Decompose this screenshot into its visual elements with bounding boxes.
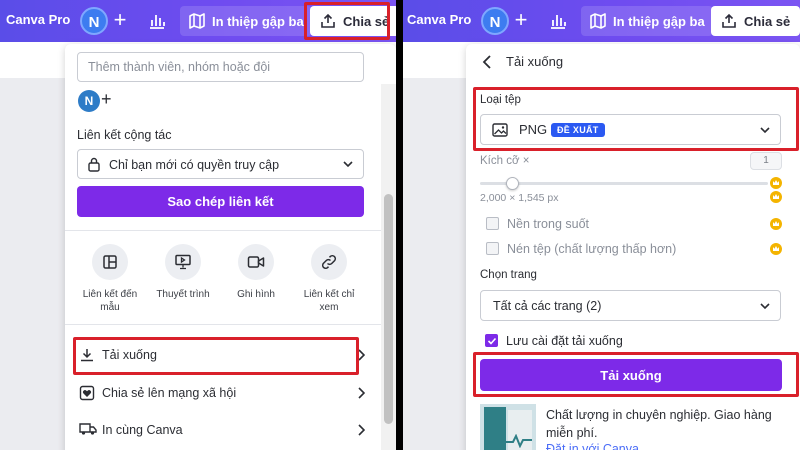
back-arrow-icon[interactable] [482,55,492,69]
member-avatar[interactable]: N [78,90,100,112]
share-option-view-link[interactable]: Liên kết chỉ xem [294,244,364,314]
right-screenshot: Canva Pro N + In thiệp gập ba Chia sẻ Tả… [403,0,800,450]
file-type-select[interactable]: PNG ĐỀ XUẤT [480,114,781,145]
heart-icon [79,385,95,401]
size-input[interactable]: 1 [750,152,782,170]
editor-topbar: Canva Pro N + In thiệp gập ba Chia sẻ [0,0,396,42]
chevron-right-icon [358,349,365,361]
save-settings-checkbox[interactable] [485,334,498,347]
template-icon [92,244,128,280]
share-option-present[interactable]: Thuyết trình [148,244,218,301]
analytics-icon[interactable] [147,11,167,36]
download-button[interactable]: Tải xuống [480,359,782,391]
brand-label: Canva Pro [407,12,472,27]
access-select[interactable]: Chỉ bạn mới có quyền truy cập [77,149,364,179]
panel-title: Tải xuống [506,54,564,69]
map-icon [590,13,606,29]
map-icon [189,13,205,29]
menu-item-download[interactable]: Tải xuống [65,337,381,373]
image-icon [492,123,508,137]
share-option-label: Thuyết trình [156,289,210,300]
recommended-badge: ĐỀ XUẤT [551,123,605,137]
size-slider[interactable] [480,177,768,190]
scrollbar[interactable] [381,84,396,450]
crown-icon [770,177,782,189]
compress-checkbox[interactable] [486,242,499,255]
share-option-label: Liên kết đến mẫu [82,289,138,313]
share-option-label: Liên kết chỉ xem [303,289,355,313]
download-icon [81,349,93,362]
copy-link-button[interactable]: Sao chép liên kết [77,186,364,217]
file-type-label: Loại tệp [480,94,521,106]
menu-item-print[interactable]: In cùng Canva [65,412,381,448]
share-option-template-link[interactable]: Liên kết đến mẫu [75,244,145,314]
chevron-down-icon [760,303,770,310]
chevron-down-icon [343,161,353,168]
print-promo-thumbnail [480,404,536,450]
menu-item-label: Chia sẻ lên mạng xã hội [102,386,237,400]
link-section-label: Liên kết cộng tác [77,128,172,142]
add-member-icon[interactable]: + [509,9,533,33]
brand-label: Canva Pro [6,12,71,27]
editor-topbar: Canva Pro N + In thiệp gập ba Chia sẻ [403,0,800,42]
share-label: Chia sẻ [343,13,390,29]
user-avatar[interactable]: N [481,7,509,35]
add-member-icon[interactable]: + [108,9,132,33]
chevron-right-icon [358,424,365,436]
save-settings-label: Lưu cài đặt tải xuống [506,334,623,348]
link-icon [311,244,347,280]
left-screenshot: Canva Pro N + In thiệp gập ba Chia sẻ Th… [0,0,396,450]
crown-icon [770,243,782,255]
menu-item-label: In cùng Canva [102,423,183,437]
promo-text: Chất lượng in chuyên nghiệp. Giao hàng m… [546,408,772,440]
share-option-record[interactable]: Ghi hình [221,244,291,301]
user-avatar[interactable]: N [80,7,108,35]
transparent-bg-checkbox[interactable] [486,217,499,230]
record-icon [238,244,274,280]
share-button[interactable]: Chia sẻ [310,6,396,36]
comparison-stage: Canva Pro N + In thiệp gập ba Chia sẻ Th… [0,0,800,450]
promo-link[interactable]: Đặt in với Canva [546,442,639,450]
share-label: Chia sẻ [744,13,791,29]
truck-icon [79,423,97,435]
chevron-right-icon [358,387,365,399]
pages-select[interactable]: Tất cả các trang (2) [480,290,781,321]
scrollbar-thumb[interactable] [384,194,393,424]
download-panel: Tải xuống Loại tệp PNG ĐỀ XUẤT Kích cỡ ×… [466,44,800,450]
access-value: Chỉ bạn mới có quyền truy cập [109,158,280,172]
project-title: In thiệp gập ba [613,13,705,29]
crown-icon [770,191,782,203]
present-icon [165,244,201,280]
divider [65,230,381,231]
crown-icon [770,218,782,230]
share-option-label: Ghi hình [237,289,275,300]
size-label: Kích cỡ × [480,155,530,167]
invite-placeholder: Thêm thành viên, nhóm hoặc đội [88,60,271,74]
share-button[interactable]: Chia sẻ [711,6,800,36]
menu-item-label: Tải xuống [102,348,157,362]
divider [65,324,381,325]
project-title: In thiệp gập ba [212,13,304,29]
upload-icon [722,13,736,28]
analytics-icon[interactable] [548,11,568,36]
size-slider-thumb[interactable] [505,177,519,190]
file-type-value: PNG [519,122,548,137]
compress-label: Nén tệp (chất lượng thấp hơn) [507,242,677,256]
project-title-button[interactable]: In thiệp gập ba [581,6,713,36]
dimensions-text: 2,000 × 1,545 px [480,192,559,204]
menu-item-social[interactable]: Chia sẻ lên mạng xã hội [65,375,381,411]
project-title-button[interactable]: In thiệp gập ba [180,6,312,36]
pages-value: Tất cả các trang (2) [493,299,602,313]
add-person-icon[interactable]: + [101,89,112,110]
invite-input[interactable]: Thêm thành viên, nhóm hoặc đội [77,52,364,82]
share-panel: Thêm thành viên, nhóm hoặc đội N + Liên … [65,44,396,450]
pages-label: Chọn trang [480,269,537,281]
transparent-bg-label: Nền trong suốt [507,217,589,231]
lock-icon [88,157,100,172]
chevron-down-icon [760,127,770,134]
upload-icon [321,13,335,28]
check-icon [487,337,497,345]
